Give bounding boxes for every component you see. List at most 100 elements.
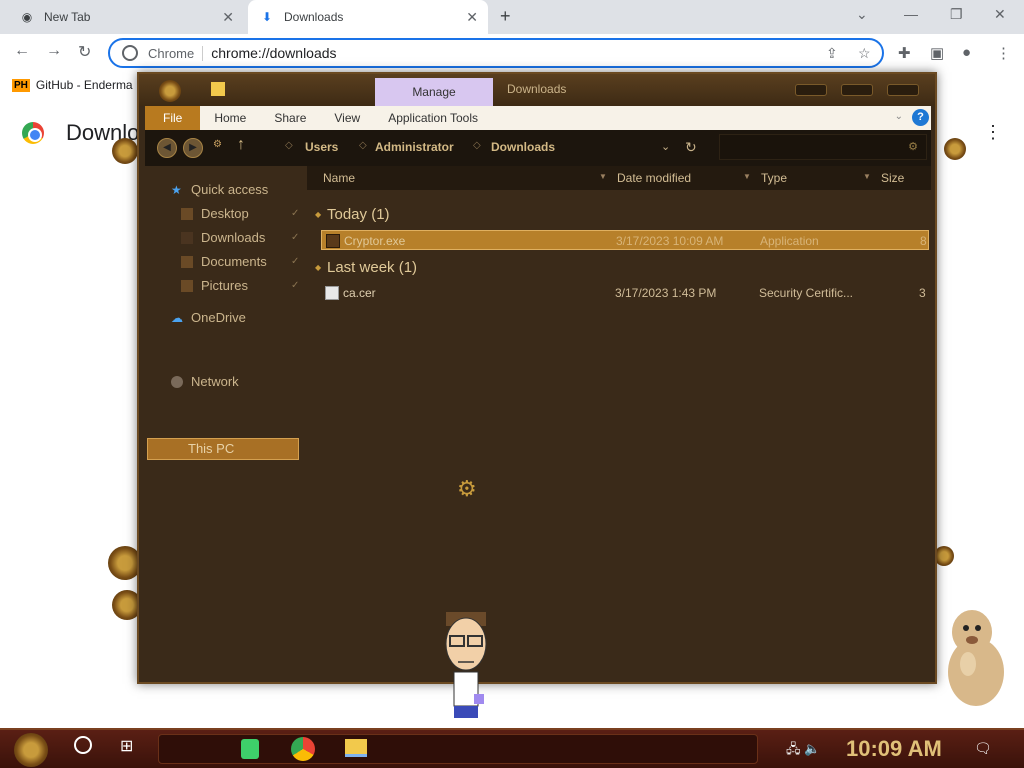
- nav-pictures[interactable]: Pictures ✓: [181, 278, 311, 293]
- site-info-icon[interactable]: [122, 45, 138, 61]
- column-name[interactable]: Name: [323, 171, 355, 185]
- group-today[interactable]: Today (1): [315, 206, 389, 223]
- share-icon[interactable]: ⇪: [826, 45, 838, 62]
- certificate-icon: [325, 286, 339, 300]
- back-button[interactable]: ←: [14, 42, 30, 60]
- tab-label: Downloads: [284, 10, 344, 24]
- cloud-icon: ☁: [171, 310, 183, 325]
- restore-button[interactable]: ❐: [950, 6, 963, 23]
- system-tray[interactable]: 🖧 🔈: [786, 740, 820, 762]
- clock[interactable]: 10:09 AM: [846, 736, 942, 762]
- maximize-button[interactable]: [841, 84, 873, 96]
- bookmark-star-icon[interactable]: ☆: [858, 45, 871, 62]
- file-explorer-icon[interactable]: [345, 739, 367, 757]
- forward-button[interactable]: →: [46, 42, 62, 60]
- refresh-icon[interactable]: ↻: [685, 139, 697, 156]
- ribbon-tab-file[interactable]: File: [145, 106, 201, 130]
- breadcrumb-separator: ◇: [359, 140, 367, 151]
- ribbon-tab-share[interactable]: Share: [260, 106, 320, 130]
- column-dropdown-icon[interactable]: ▼: [863, 172, 871, 181]
- pin-icon: ✓: [291, 256, 300, 267]
- menu-icon[interactable]: ⋮: [996, 44, 1011, 62]
- start-button[interactable]: [14, 733, 48, 767]
- download-icon: ⬇: [261, 10, 273, 24]
- column-dropdown-icon[interactable]: ▼: [599, 172, 607, 181]
- profile-icon[interactable]: ●: [962, 44, 971, 61]
- nav-label: OneDrive: [191, 310, 246, 325]
- gear-ornament-icon: [934, 546, 954, 566]
- file-name: ca.cer: [343, 286, 376, 300]
- group-last-week[interactable]: Last week (1): [315, 259, 417, 276]
- help-icon[interactable]: ?: [912, 109, 929, 126]
- file-type: Application: [760, 234, 819, 248]
- new-tab-button[interactable]: +: [500, 6, 511, 27]
- recent-locations-icon[interactable]: ⚙: [213, 139, 222, 150]
- chrome-icon[interactable]: [291, 737, 315, 761]
- tab-search-icon[interactable]: ⌄: [856, 6, 868, 23]
- nav-onedrive[interactable]: ☁ OneDrive: [171, 310, 246, 325]
- file-row-ca-cer[interactable]: ca.cer 3/17/2023 1:43 PM Security Certif…: [321, 283, 929, 303]
- ribbon-tab-view[interactable]: View: [320, 106, 374, 130]
- column-type[interactable]: Type: [761, 171, 787, 185]
- file-row-cryptor[interactable]: Cryptor.exe 3/17/2023 10:09 AM Applicati…: [321, 230, 929, 250]
- nav-this-pc[interactable]: This PC: [147, 438, 299, 460]
- chrome-logo-icon: [22, 122, 44, 144]
- breadcrumb-administrator[interactable]: Administrator: [375, 140, 454, 154]
- breadcrumb-downloads[interactable]: Downloads: [491, 140, 555, 154]
- up-arrow-icon[interactable]: ↑: [237, 136, 245, 154]
- nav-label: Documents: [201, 254, 267, 269]
- nav-desktop[interactable]: Desktop ✓: [181, 206, 311, 221]
- chrome-icon: ◉: [21, 10, 33, 24]
- manage-tab[interactable]: Manage: [375, 78, 493, 106]
- column-size[interactable]: Size: [881, 171, 904, 185]
- ribbon-tab-home[interactable]: Home: [200, 106, 260, 130]
- address-bar[interactable]: Chrome chrome://downloads ⇪ ☆: [108, 38, 884, 68]
- notifications-icon[interactable]: 🗨: [974, 740, 992, 757]
- tab-label: New Tab: [44, 10, 91, 24]
- back-button[interactable]: ◀: [157, 138, 177, 158]
- pin-icon: ✓: [291, 208, 300, 219]
- extensions-icon[interactable]: ✚: [898, 44, 911, 62]
- nav-network[interactable]: Network: [171, 374, 239, 389]
- notes-app-icon[interactable]: [241, 739, 259, 759]
- breadcrumb-users[interactable]: Users: [305, 140, 338, 154]
- close-window-button[interactable]: ✕: [994, 6, 1006, 23]
- file-date: 3/17/2023 10:09 AM: [616, 234, 724, 248]
- task-view-icon[interactable]: ⊞: [120, 736, 133, 756]
- nav-label: Network: [191, 374, 239, 389]
- close-button[interactable]: [887, 84, 919, 96]
- window-title: Downloads: [507, 82, 567, 96]
- chevron-down-icon[interactable]: ⌄: [661, 140, 670, 153]
- ribbon: File Home Share View Application Tools ⌄…: [145, 106, 931, 130]
- nav-downloads[interactable]: Downloads ✓: [181, 230, 311, 245]
- address-bar: ◀ ▶ ⚙ ↑ ◇ Users ◇ Administrator ◇ Downlo…: [145, 130, 931, 166]
- tab-new-tab[interactable]: ◉ New Tab ✕: [8, 0, 244, 34]
- network-icon: [171, 375, 183, 388]
- nav-documents[interactable]: Documents ✓: [181, 254, 311, 269]
- close-tab-icon[interactable]: ✕: [222, 9, 234, 26]
- nav-quick-access[interactable]: ★ Quick access: [171, 182, 268, 197]
- column-headers: Name ▼ Date modified ▼ Type ▼ Size: [307, 166, 931, 190]
- bookmark-github[interactable]: PH GitHub - Enderma: [12, 78, 133, 92]
- side-panel-icon[interactable]: ▣: [930, 44, 944, 62]
- desktop-icon: [181, 207, 193, 220]
- column-date[interactable]: Date modified: [617, 171, 691, 185]
- search-input[interactable]: ⚙: [719, 134, 927, 160]
- ribbon-tab-application-tools[interactable]: Application Tools: [374, 106, 492, 130]
- minimize-button[interactable]: —: [904, 6, 918, 22]
- folder-icon: [211, 82, 225, 96]
- file-date: 3/17/2023 1:43 PM: [615, 286, 717, 300]
- url-text[interactable]: chrome://downloads: [211, 45, 336, 61]
- breadcrumb-separator: ◇: [285, 140, 293, 151]
- reload-button[interactable]: ↻: [78, 42, 91, 62]
- column-dropdown-icon[interactable]: ▼: [743, 172, 751, 181]
- forward-button[interactable]: ▶: [183, 138, 203, 158]
- search-circle-icon[interactable]: [74, 736, 92, 754]
- minimize-button[interactable]: [795, 84, 827, 96]
- tab-downloads[interactable]: ⬇ Downloads ✕: [248, 0, 488, 34]
- more-options-icon[interactable]: ⋮: [984, 122, 1002, 143]
- chevron-down-icon[interactable]: ⌄: [895, 111, 903, 122]
- file-explorer-window: Manage Downloads File Home Share View Ap…: [137, 72, 937, 764]
- nav-label: Downloads: [201, 230, 266, 245]
- close-tab-icon[interactable]: ✕: [466, 9, 478, 26]
